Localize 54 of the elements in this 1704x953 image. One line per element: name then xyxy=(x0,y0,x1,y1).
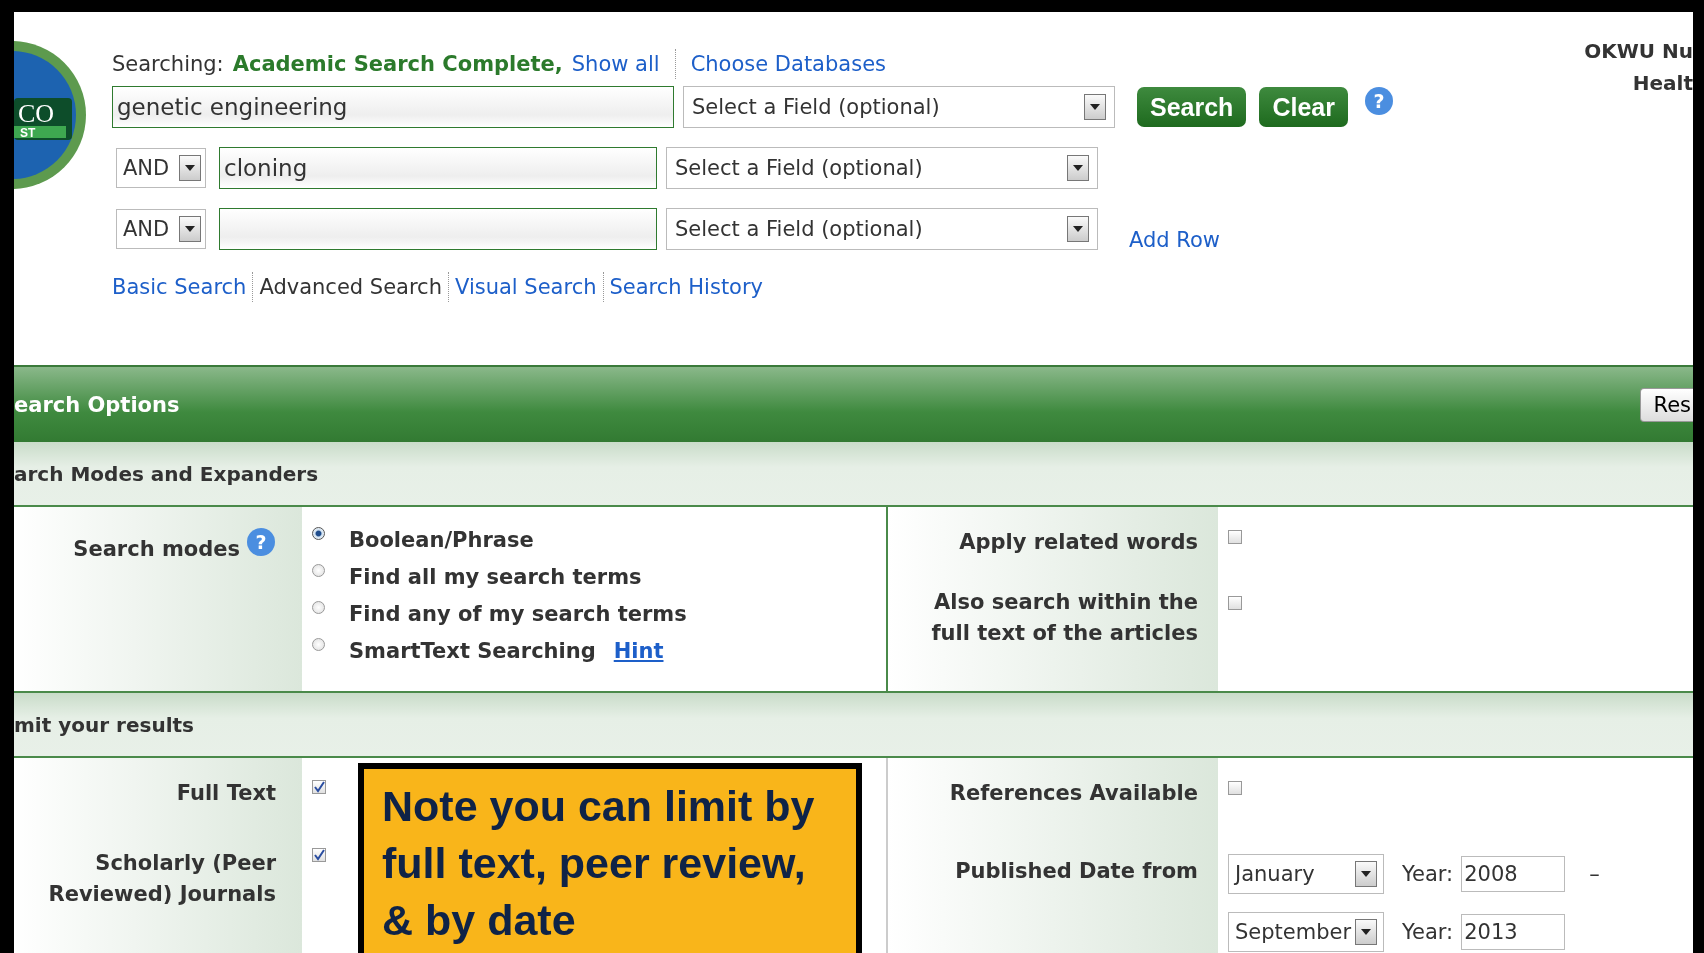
field-select[interactable]: Select a Field (optional) xyxy=(683,86,1115,128)
radio-label: Find all my search terms xyxy=(349,564,642,589)
search-tab[interactable]: Basic Search xyxy=(112,275,247,299)
operator-select[interactable]: AND xyxy=(116,148,206,188)
search-tab[interactable]: Visual Search xyxy=(455,275,597,299)
checkbox[interactable] xyxy=(1228,781,1242,795)
field-label: Apply related words xyxy=(958,529,1198,556)
field-select[interactable]: Select a Field (optional) xyxy=(666,208,1098,250)
section-header: mit your results xyxy=(14,693,1693,758)
choose-databases-link[interactable]: Choose Databases xyxy=(690,52,886,76)
checkbox[interactable] xyxy=(1228,596,1242,610)
field-label: Also search within the full text of the articles xyxy=(930,589,1198,647)
field-select[interactable]: Select a Field (optional) xyxy=(666,147,1098,189)
radio-button[interactable] xyxy=(312,564,325,577)
search-tab[interactable]: Advanced Search xyxy=(259,275,442,299)
reset-button[interactable]: Res xyxy=(1640,387,1693,422)
field-label: Scholarly (Peer Reviewed) Journals xyxy=(47,850,276,908)
checkbox[interactable] xyxy=(1228,530,1242,544)
action-button[interactable]: Search xyxy=(1137,87,1247,127)
radio-button[interactable] xyxy=(312,638,325,651)
section-title: earch Options xyxy=(14,392,180,417)
field-label: Full Text xyxy=(175,780,276,807)
search-tab[interactable]: Search History xyxy=(609,275,764,299)
field-label: Search modes xyxy=(73,537,240,561)
year-field[interactable]: 2008 xyxy=(1461,856,1566,892)
institution-name: Healt xyxy=(1632,70,1693,96)
radio-button[interactable] xyxy=(312,527,325,540)
searching-label: Searching: xyxy=(112,52,224,76)
month-select[interactable]: January xyxy=(1228,854,1384,894)
radio-button[interactable] xyxy=(312,601,325,614)
database-name: Academic Search Complete, xyxy=(232,52,563,76)
month-select[interactable]: September xyxy=(1228,912,1384,952)
year-label: Year: xyxy=(1402,920,1454,944)
year-field[interactable]: 2013 xyxy=(1461,914,1566,950)
checkbox[interactable] xyxy=(312,848,326,862)
action-button[interactable]: Clear xyxy=(1259,87,1348,127)
show-all-link[interactable]: Show all xyxy=(571,52,660,76)
search-field[interactable] xyxy=(219,208,657,250)
radio-label: Find any of my search terms xyxy=(349,601,687,626)
search-field[interactable]: genetic engineering xyxy=(112,86,674,128)
operator-select[interactable]: AND xyxy=(116,209,206,249)
search-field[interactable]: cloning xyxy=(219,147,657,189)
add-row-link[interactable]: Add Row xyxy=(1129,228,1220,252)
field-label: References Available xyxy=(948,780,1198,807)
hint-link[interactable]: Hint xyxy=(613,638,664,663)
range-dash: – xyxy=(1589,862,1600,886)
year-label: Year: xyxy=(1402,862,1454,886)
radio-label: SmartText Searching xyxy=(349,638,596,663)
callout-note: Note you can limit by full text, peer review, & by date xyxy=(358,763,862,953)
checkbox[interactable] xyxy=(312,780,326,794)
field-label: Published Date from xyxy=(954,858,1198,886)
institution-name: OKWU Nu xyxy=(1584,38,1693,64)
radio-label: Boolean/Phrase xyxy=(349,527,534,552)
section-header: arch Modes and Expanders xyxy=(14,442,1693,507)
